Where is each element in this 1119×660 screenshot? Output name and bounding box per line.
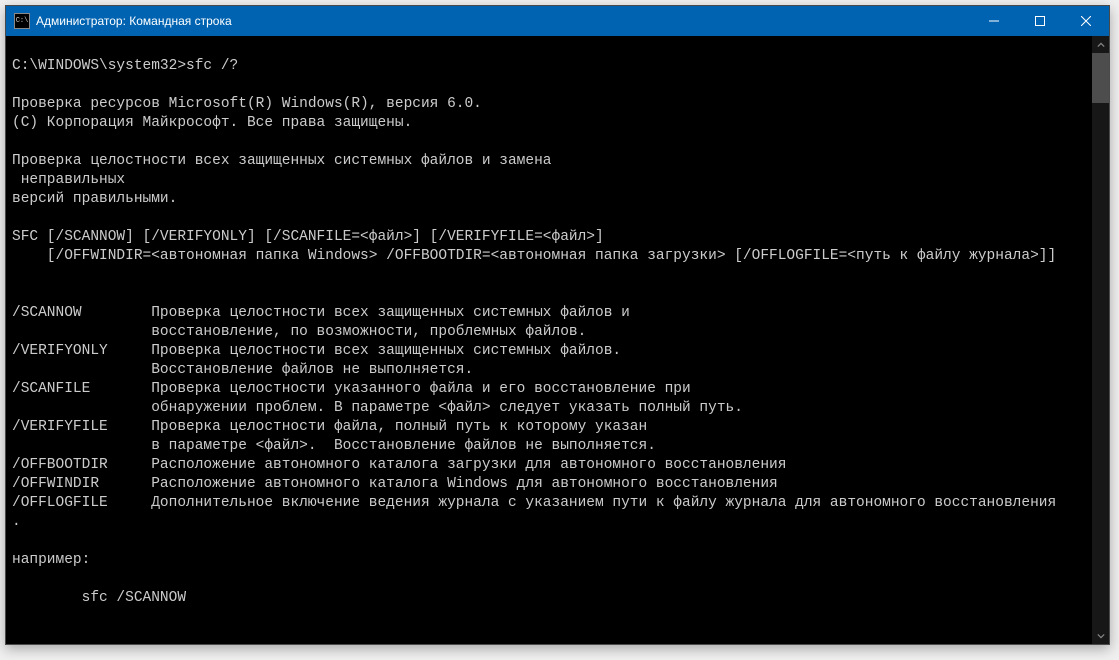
content-area: C:\WINDOWS\system32>sfc /? Проверка ресу… — [6, 36, 1109, 644]
chevron-up-icon — [1097, 41, 1105, 49]
command-prompt-window: C:\ Администратор: Командная строка C:\W… — [5, 5, 1110, 645]
minimize-icon — [989, 16, 999, 26]
scroll-track[interactable] — [1092, 53, 1109, 627]
minimize-button[interactable] — [971, 6, 1017, 36]
terminal-output[interactable]: C:\WINDOWS\system32>sfc /? Проверка ресу… — [6, 36, 1092, 644]
scroll-down-button[interactable] — [1092, 627, 1109, 644]
app-icon: C:\ — [14, 13, 30, 29]
close-icon — [1081, 16, 1091, 26]
titlebar[interactable]: C:\ Администратор: Командная строка — [6, 6, 1109, 36]
scrollbar[interactable] — [1092, 36, 1109, 644]
window-title: Администратор: Командная строка — [36, 14, 971, 28]
chevron-down-icon — [1097, 632, 1105, 640]
scroll-thumb[interactable] — [1092, 53, 1109, 103]
maximize-icon — [1035, 16, 1045, 26]
scroll-up-button[interactable] — [1092, 36, 1109, 53]
window-controls — [971, 6, 1109, 36]
maximize-button[interactable] — [1017, 6, 1063, 36]
close-button[interactable] — [1063, 6, 1109, 36]
